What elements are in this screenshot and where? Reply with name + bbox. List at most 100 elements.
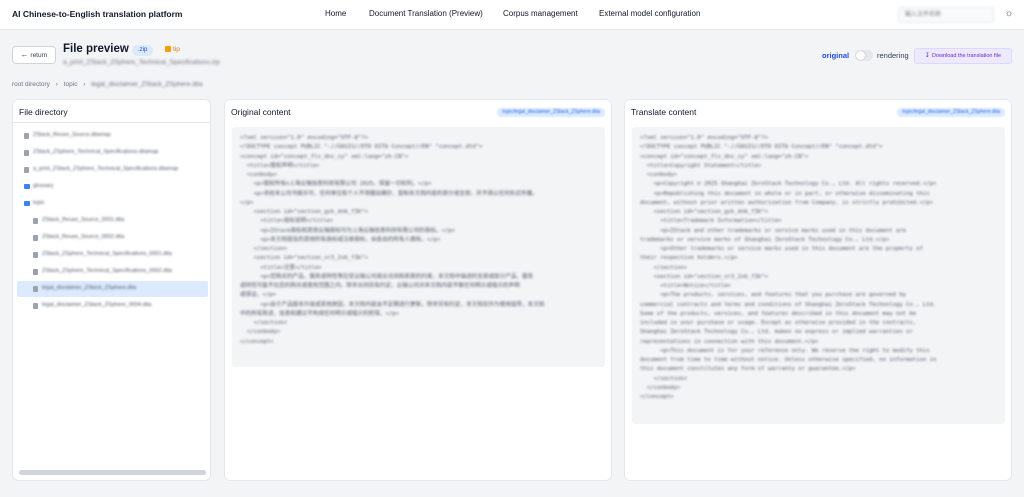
- return-button[interactable]: ← return: [12, 46, 56, 64]
- nav-home[interactable]: Home: [325, 9, 346, 18]
- file-directory-panel: File directory ZStack_Reuse_Source.ditam…: [12, 99, 211, 481]
- breadcrumb-root[interactable]: root directory: [12, 81, 50, 88]
- file-name-subtitle: a_print_ZStack_ZSphere_Technical_Specifi…: [63, 59, 220, 66]
- code-line: <!DOCTYPE concept PUBLIC "-//OASIS//DTD …: [640, 144, 883, 151]
- code-line: <p>Other trademarks or service marks use…: [640, 246, 923, 252]
- code-line: <p>本文档提及的其他所有商标或注册商标，由各自的所有人拥有。</p>: [240, 236, 441, 243]
- rendering-mode-label[interactable]: rendering: [877, 51, 909, 60]
- tree-item-label: ZStack_ZSphere_Technical_Specifications.…: [33, 149, 159, 155]
- scrollbar-thumb[interactable]: [19, 470, 206, 475]
- code-line: <title>版权声明</title>: [240, 162, 320, 169]
- chevron-right-icon: ›: [55, 81, 58, 88]
- nav-external-model-configuration[interactable]: External model configuration: [599, 9, 700, 18]
- translated-file-tag: topic/legal_disclaimer_ZStack_ZSphere.di…: [897, 108, 1005, 117]
- tip-link[interactable]: tip: [165, 46, 180, 53]
- tree-item-label: legal_disclaimer_ZStack_ZSphere_0004.dit…: [42, 302, 152, 308]
- code-line: <p>ZStack and other trademarks or servic…: [640, 227, 907, 234]
- file-extension-badge: .zip: [132, 45, 154, 56]
- code-line: Shanghai ZeroStack Technology Co., Ltd. …: [640, 329, 913, 336]
- code-line: </section>: [640, 375, 688, 382]
- code-line: <p>非经本公司书面许可，任何单位和个人不得擅自摘抄、复制本文档内容的部分或全部…: [240, 190, 538, 197]
- tree-item[interactable]: ZStack_Reuse_Source.ditamap: [17, 128, 208, 144]
- code-line: <p>ZStack商标和其他云轴商标均为上海云轴信息科技有限公司的商标。</p>: [240, 227, 456, 234]
- nav-corpus-management[interactable]: Corpus management: [503, 9, 578, 18]
- top-navigation-bar: AI Chinese-to-English translation platfo…: [0, 0, 1024, 30]
- code-line: <title>Trademark Information</title>: [640, 218, 782, 225]
- tree-item[interactable]: ZStack_ZSphere_Technical_Specifications_…: [17, 264, 208, 280]
- tree-item[interactable]: ZStack_Reuse_Source_0002.dita: [17, 230, 208, 246]
- breadcrumb-topic[interactable]: topic: [64, 81, 78, 88]
- translate-content-title: Translate content: [631, 107, 697, 117]
- original-file-tag: topic/legal_disclaimer_ZStack_ZSphere.di…: [497, 108, 605, 117]
- tree-item-label: ZStack_Reuse_Source_0002.dita: [42, 234, 125, 240]
- file-icon: [33, 269, 38, 275]
- code-line: </p>: [240, 199, 254, 206]
- tree-item-label: a_print_ZStack_ZSphere_Technical_Specifi…: [33, 166, 179, 172]
- code-line: <section id="section_xr3_2vb_f3b">: [240, 255, 368, 262]
- code-line: 或保证。</p>: [240, 292, 276, 299]
- code-line: <p>The products, services, and features …: [640, 292, 907, 299]
- search-input[interactable]: [898, 7, 994, 23]
- code-line: <concept id="concept_fls_dnz_sy" xml:lan…: [640, 153, 809, 160]
- code-line: <conbody>: [640, 172, 678, 178]
- tree-item[interactable]: legal_disclaimer_ZStack_ZSphere_0004.dit…: [17, 298, 208, 314]
- original-mode-label[interactable]: original: [822, 51, 849, 60]
- tree-item[interactable]: ZStack_ZSphere_Technical_Specifications_…: [17, 247, 208, 263]
- code-line: <title>商标说明</title>: [240, 218, 334, 225]
- nav-document-translation[interactable]: Document Translation (Preview): [369, 9, 483, 18]
- code-line: </concept>: [640, 394, 674, 400]
- code-line: <?xml version="1.0" encoding="UTF-8"?>: [240, 135, 368, 141]
- translated-code-block: <?xml version="1.0" encoding="UTF-8"?> <…: [632, 127, 1005, 424]
- code-line: <?xml version="1.0" encoding="UTF-8"?>: [640, 135, 768, 141]
- tree-item-folder[interactable]: glossary: [17, 179, 208, 195]
- code-line: <p>由于产品版本升级或其他原因，本文档内容会不定期进行更新。除非另有约定，本文…: [240, 301, 545, 308]
- code-line: </conbody>: [240, 329, 281, 336]
- download-label: Download the translation file: [931, 53, 1002, 59]
- code-line: </conbody>: [640, 384, 681, 391]
- code-line: representations in connection with this …: [640, 338, 819, 345]
- file-icon: [24, 167, 29, 173]
- code-line: </concept>: [240, 338, 274, 345]
- tree-item-label: glossary: [33, 183, 54, 189]
- chevron-right-icon: ›: [83, 81, 86, 88]
- original-content-title: Original content: [231, 107, 291, 117]
- file-directory-title: File directory: [19, 107, 68, 117]
- tree-item[interactable]: ZStack_ZSphere_Technical_Specifications.…: [17, 145, 208, 161]
- original-content-panel: Original content topic/legal_disclaimer_…: [224, 99, 612, 481]
- file-icon: [33, 286, 38, 292]
- folder-icon: [24, 201, 30, 206]
- tree-item[interactable]: a_print_ZStack_ZSphere_Technical_Specifi…: [17, 162, 208, 178]
- code-line: 中的所有陈述、信息和建议不构成任何明示或暗示的担保。</p>: [240, 310, 399, 317]
- breadcrumb: root directory › topic › legal_disclaime…: [12, 81, 203, 88]
- download-translation-button[interactable]: ↧ Download the translation file: [914, 48, 1012, 64]
- tree-item-label: ZStack_Reuse_Source.ditamap: [33, 132, 111, 138]
- tree-item-folder[interactable]: topic: [17, 196, 208, 212]
- sun-icon[interactable]: ☼: [1002, 7, 1016, 21]
- tree-item-selected[interactable]: legal_disclaimer_ZStack_ZSphere.dita: [17, 281, 208, 297]
- code-line: <p>This document is for your reference o…: [640, 347, 930, 354]
- tree-item[interactable]: ZStack_Reuse_Source_0001.dita: [17, 213, 208, 229]
- code-line: </section>: [640, 264, 688, 271]
- rendering-toggle[interactable]: [855, 50, 873, 61]
- code-line: commercial contracts and terms and condi…: [640, 301, 937, 308]
- breadcrumb-current-file: legal_disclaimer_ZStack_ZSphere.dita: [91, 81, 203, 88]
- code-line: 或特性可能不在您的购买或使用范围之内。除非合同另有约定，云轴公司对本文档内容不做…: [240, 283, 520, 289]
- original-code-block: <?xml version="1.0" encoding="UTF-8"?> <…: [232, 127, 605, 367]
- tip-label: tip: [173, 46, 180, 53]
- code-line: <p>Republishing this document in whole o…: [640, 190, 930, 197]
- divider: [13, 122, 210, 123]
- code-line: <p>Copyright © 2025 Shanghai ZeroStack T…: [640, 181, 937, 188]
- file-icon: [24, 150, 29, 156]
- tree-item-label: ZStack_Reuse_Source_0001.dita: [42, 217, 125, 223]
- code-line: <p>您购买的产品、服务或特性等应受云轴公司商业合同和条款的约束，本文档中描述的…: [240, 273, 534, 280]
- file-icon: [33, 218, 38, 224]
- code-line: <title>注意</title>: [240, 264, 322, 271]
- page-title: File preview: [63, 43, 129, 55]
- main-nav: Home Document Translation (Preview) Corp…: [0, 9, 1024, 21]
- file-icon: [33, 252, 38, 258]
- tree-item-label: ZStack_ZSphere_Technical_Specifications_…: [42, 251, 172, 257]
- code-line: <section id="section_xr3_2vb_f3b">: [640, 273, 768, 280]
- code-line: their respective holders.</p>: [640, 255, 738, 262]
- code-line: <concept id="concept_fls_dnz_sy" xml:lan…: [240, 153, 409, 160]
- horizontal-scrollbar[interactable]: [19, 470, 206, 475]
